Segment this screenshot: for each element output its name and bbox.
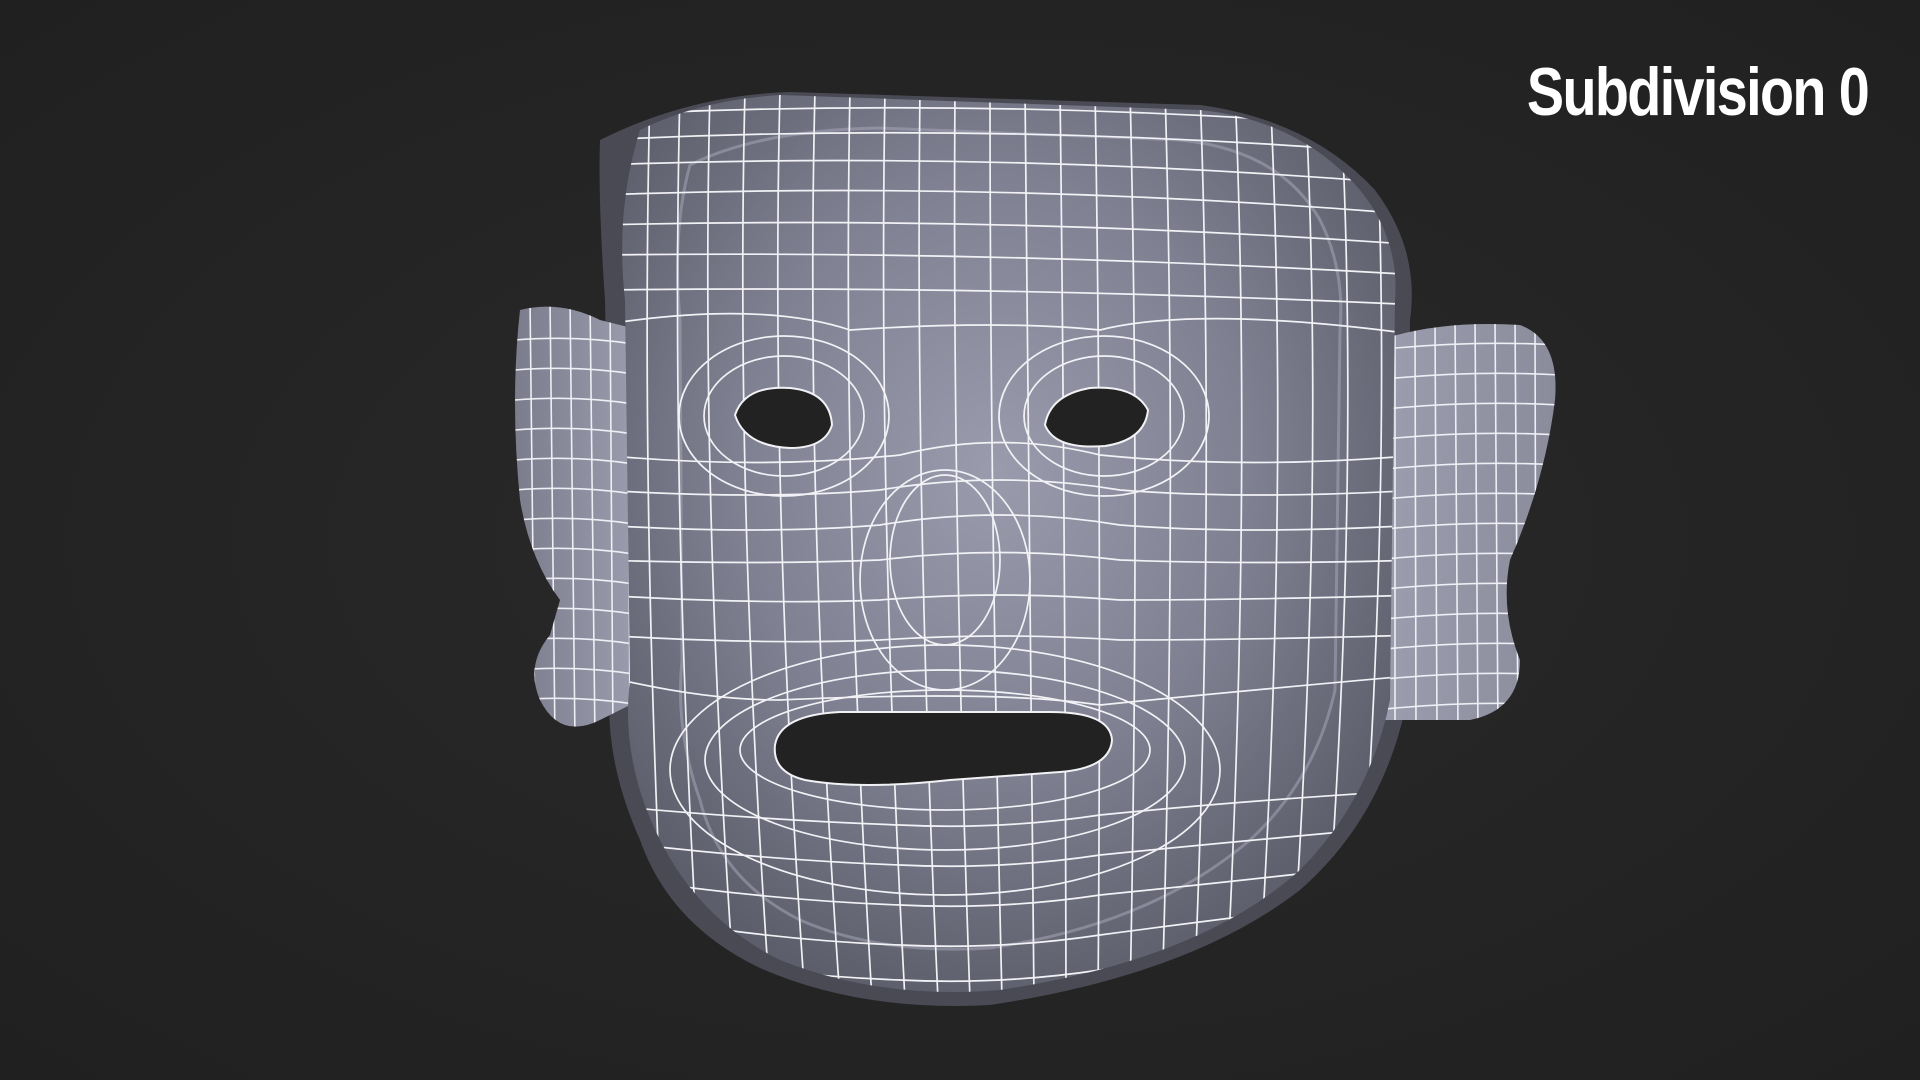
render-viewport: Subdivision 0 xyxy=(0,0,1920,1080)
right-ear xyxy=(1380,324,1556,720)
subdivision-level-label: Subdivision 0 xyxy=(1526,54,1870,130)
left-ear xyxy=(515,306,640,727)
mask-mesh-render xyxy=(515,92,1556,1006)
